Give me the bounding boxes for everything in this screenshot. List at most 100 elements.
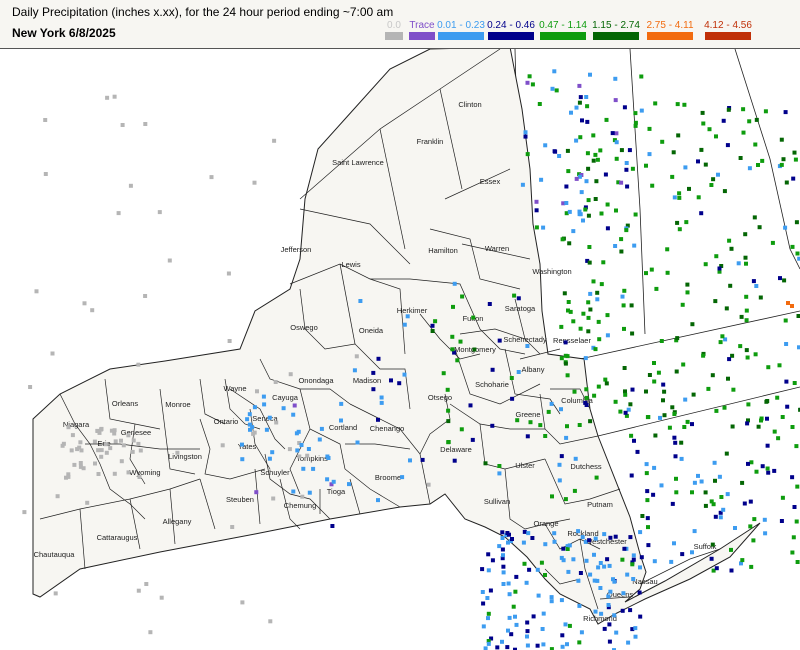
gauge-dot	[619, 180, 624, 185]
gauge-dot	[559, 324, 564, 329]
gauge-dot	[501, 553, 505, 558]
gauge-dot	[780, 415, 785, 419]
gauge-dot	[103, 442, 108, 447]
gauge-dot	[397, 381, 402, 386]
gauge-dot	[781, 157, 786, 162]
gauge-dot	[220, 443, 225, 448]
gauge-dot	[70, 433, 75, 438]
gauge-dot	[524, 580, 529, 585]
gauge-dot	[247, 412, 252, 417]
gauge-dot	[777, 363, 782, 368]
gauge-dot	[559, 598, 564, 603]
gauge-dot	[724, 306, 729, 311]
gauge-dot	[250, 425, 255, 430]
gauge-dot	[455, 358, 460, 363]
gauge-dot	[792, 505, 797, 509]
gauge-dot	[583, 207, 588, 212]
gauge-dot	[209, 175, 214, 180]
gauge-dot	[559, 454, 564, 459]
gauge-dot	[486, 552, 491, 557]
gauge-dot	[599, 282, 604, 287]
county-label: Monroe	[165, 400, 190, 409]
gauge-dot	[672, 541, 676, 546]
gauge-dot	[543, 542, 548, 547]
gauge-dot	[790, 244, 795, 249]
gauge-dot	[614, 131, 619, 136]
gauge-dot	[330, 524, 335, 528]
gauge-dot	[371, 370, 376, 375]
gauge-dot	[480, 590, 485, 594]
gauge-dot	[696, 159, 700, 164]
gauge-dot	[500, 530, 505, 535]
gauge-dot	[679, 440, 684, 445]
gauge-dot	[581, 218, 585, 223]
gauge-dot	[567, 623, 572, 628]
gauge-dot	[794, 519, 799, 524]
gauge-dot	[43, 118, 48, 122]
gauge-dot	[506, 628, 510, 633]
gauge-dot	[592, 393, 597, 398]
gauge-dot	[783, 318, 788, 323]
gauge-dot	[288, 372, 293, 377]
gauge-dot	[728, 283, 733, 288]
county-label: Columbia	[561, 396, 594, 405]
county-label: Livingston	[168, 452, 202, 461]
gauge-dot	[603, 377, 608, 382]
gauge-dot	[528, 420, 533, 425]
gauge-dot	[311, 466, 316, 471]
gauge-dot	[136, 441, 141, 446]
gauge-dot	[175, 450, 180, 455]
gauge-dot	[515, 418, 520, 423]
gauge-dot	[677, 195, 682, 200]
gauge-dot	[741, 130, 746, 135]
county-label: Onondaga	[298, 376, 334, 385]
legend-item: 0.0	[383, 20, 405, 40]
gauge-dot	[646, 525, 650, 530]
gauge-dot	[43, 172, 48, 176]
gauge-dot	[563, 622, 568, 627]
gauge-dot	[317, 437, 322, 442]
gauge-dot	[738, 156, 743, 160]
gauge-dot	[480, 567, 485, 572]
gauge-dot	[599, 211, 604, 216]
gauge-dot	[681, 362, 686, 367]
gauge-dot	[513, 589, 518, 594]
gauge-dot	[628, 402, 633, 407]
gauge-dot	[736, 261, 741, 266]
gauge-dot	[672, 412, 677, 416]
gauge-dot	[510, 537, 514, 541]
gauge-dot	[66, 474, 71, 479]
gauge-dot	[490, 558, 495, 563]
gauge-dot	[605, 313, 610, 318]
gauge-dot	[749, 564, 754, 569]
gauge-dot	[706, 386, 711, 391]
gauge-dot	[613, 399, 618, 404]
gauge-dot	[543, 434, 548, 438]
gauge-dot	[445, 387, 450, 392]
gauge-dot	[586, 315, 591, 320]
gauge-dot	[572, 488, 577, 493]
gauge-dot	[748, 524, 753, 529]
gauge-dot	[690, 550, 694, 555]
gauge-dot	[791, 535, 796, 540]
gauge-dot	[598, 586, 603, 590]
gauge-dot	[131, 438, 136, 443]
gauge-dot	[319, 426, 324, 431]
county-label: Cattaraugus	[97, 533, 138, 542]
gauge-dot	[775, 395, 780, 400]
gauge-dot	[495, 645, 500, 650]
legend-label: 0.47 - 1.14	[539, 20, 587, 31]
gauge-dot	[776, 436, 781, 441]
gauge-dot	[623, 410, 628, 415]
gauge-dot	[574, 176, 579, 181]
gauge-dot	[584, 179, 589, 184]
gauge-dot	[226, 271, 231, 276]
county-label: Cayuga	[272, 393, 299, 402]
gauge-dot	[671, 150, 676, 155]
gauge-dot	[468, 403, 473, 408]
gauge-dot	[604, 117, 609, 122]
gauge-dot	[739, 314, 744, 319]
gauge-dot	[779, 162, 784, 167]
county-label: Steuben	[226, 495, 254, 504]
gauge-dot	[744, 318, 749, 323]
